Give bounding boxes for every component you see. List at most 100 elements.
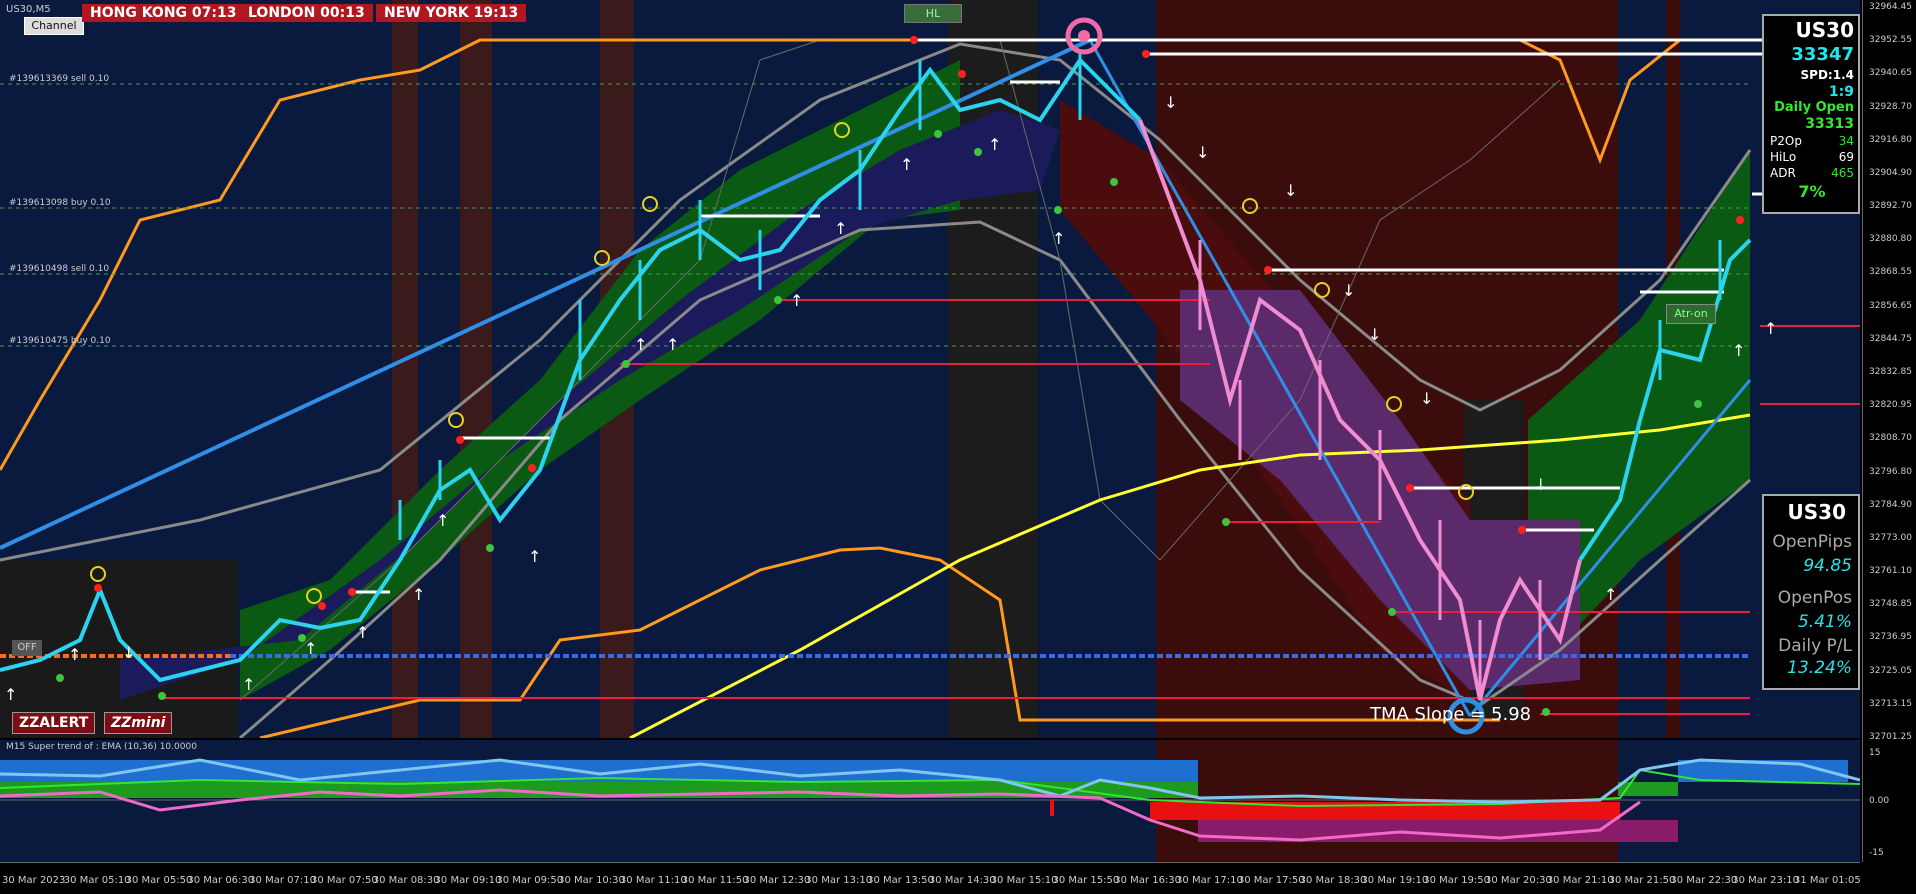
time-tick-label: 30 Mar 20:30 [1485, 875, 1552, 886]
stats-open-pos-label: OpenPos [1777, 588, 1852, 608]
svg-text:↑: ↑ [1732, 341, 1745, 360]
svg-text:↑: ↑ [68, 645, 81, 664]
hl-button[interactable]: HL [904, 4, 962, 23]
order-line-label: #139610498 sell 0.10 [9, 264, 110, 274]
price-tick-label: 32784.90 [1869, 499, 1912, 510]
time-tick-label: 30 Mar 12:30 [743, 875, 811, 886]
tma-slope-label: TMA Slope = 5.98 [1370, 704, 1532, 725]
svg-text:↑: ↑ [1764, 319, 1777, 338]
svg-text:↑: ↑ [834, 219, 847, 238]
time-tick-label: 30 Mar 10:30 [558, 875, 625, 886]
subwindow-scale-label: 0.00 [1869, 796, 1890, 806]
price-tick-label: 32940.65 [1869, 68, 1912, 79]
price-tick-label: 32832.85 [1869, 367, 1912, 377]
price-tick-label: 32748.85 [1869, 599, 1912, 610]
price-tick-label: 32880.80 [1869, 234, 1912, 245]
channel-button[interactable]: Channel [24, 17, 84, 35]
time-tick-label: 30 Mar 18:30 [1299, 875, 1367, 886]
order-line-label: #139613369 sell 0.10 [9, 74, 110, 84]
time-tick-label: 30 Mar 21:10 [1546, 875, 1614, 886]
clock-new-york: NEW YORK 19:13 [376, 4, 527, 22]
svg-text:↓: ↓ [1164, 93, 1177, 112]
svg-text:↑: ↑ [242, 675, 255, 694]
info-daily-open-label: Daily Open [1774, 100, 1854, 115]
price-tick-label: 32904.90 [1869, 167, 1912, 178]
time-tick-label: 30 Mar 16:30 [1114, 875, 1182, 886]
histogram-red-spike [1050, 800, 1054, 816]
time-tick-label: 30 Mar 21:50 [1608, 875, 1676, 886]
time-tick-label: 30 Mar 19:10 [1361, 875, 1429, 886]
price-tick-label: 32964.45 [1869, 2, 1912, 12]
price-tick-label: 32725.05 [1869, 665, 1912, 676]
svg-text:↑: ↑ [666, 335, 679, 354]
price-tick-label: 32820.95 [1869, 400, 1912, 411]
price-tick-label: 32952.55 [1869, 35, 1912, 46]
price-tick-label: 32796.80 [1869, 466, 1912, 477]
chart-symbol-title: US30,M5 [6, 4, 51, 15]
info-spread: SPD:1.4 [1800, 68, 1854, 82]
time-tick-label: 31 Mar 01:05 [1794, 875, 1861, 886]
subwindow-scale-label: 15 [1869, 748, 1881, 758]
svg-text:↓: ↓ [1284, 181, 1297, 200]
price-tick-label: 32701.25 [1869, 732, 1912, 742]
time-axis: 30 Mar 2023 30 Mar 05:10 30 Mar 05:50 30 Ma… [0, 862, 1861, 894]
stats-open-pips-label: OpenPips [1772, 532, 1852, 552]
price-tick-label: 32892.70 [1869, 201, 1912, 212]
time-tick-label: 30 Mar 05:10 [63, 875, 131, 886]
info-hilo: 69 [1838, 150, 1854, 164]
stats-symbol: US30 [1787, 500, 1846, 524]
off-button[interactable]: OFF [12, 640, 42, 656]
price-tick-label: 32736.95 [1869, 632, 1912, 643]
svg-text:↓: ↓ [122, 643, 135, 662]
svg-text:↑: ↑ [634, 335, 647, 354]
clock-london: LONDON 00:13 [240, 4, 373, 22]
price-tick-label: 32928.70 [1869, 101, 1912, 112]
info-daily-open: 33313 [1805, 116, 1854, 132]
stats-daily-pl: 13.24% [1787, 658, 1852, 678]
svg-text:↑: ↑ [900, 155, 913, 174]
svg-text:↑: ↑ [1604, 585, 1617, 604]
svg-text:↑: ↑ [356, 623, 369, 642]
time-tick-label: 30 Mar 05:50 [125, 875, 193, 886]
time-tick-label: 30 Mar 19:50 [1423, 875, 1491, 886]
info-p2op: 34 [1838, 134, 1854, 148]
zzmini-button[interactable]: ZZmini [104, 712, 173, 734]
time-tick-label: 30 Mar 17:50 [1237, 875, 1305, 886]
svg-text:↑: ↑ [1052, 229, 1065, 248]
price-axis: 32964.45 32952.55 32940.65 32928.70 32916.80… [1862, 0, 1916, 862]
time-tick-label: 30 Mar 2023 [2, 875, 66, 886]
svg-text:↑: ↑ [790, 291, 803, 310]
super-trend-subwindow[interactable] [0, 740, 1860, 862]
svg-text:↑: ↑ [412, 585, 425, 604]
svg-text:↓: ↓ [1534, 475, 1547, 494]
price-tick-label: 32856.65 [1869, 300, 1912, 311]
pivot-high-center-icon [1078, 30, 1090, 42]
price-tick-label: 32916.80 [1869, 134, 1912, 145]
svg-text:↑: ↑ [988, 135, 1001, 154]
svg-text:↓: ↓ [1368, 325, 1381, 344]
time-tick-label: 30 Mar 07:10 [249, 875, 316, 886]
time-tick-label: 30 Mar 07:50 [310, 875, 378, 886]
price-tick-label: 32808.70 [1869, 433, 1912, 444]
svg-text:↓: ↓ [1342, 281, 1355, 300]
svg-text:↓: ↓ [1196, 143, 1209, 162]
stats-open-pips: 94.85 [1803, 556, 1852, 576]
time-tick-label: 30 Mar 06:30 [187, 875, 255, 886]
clock-hong-kong: HONG KONG 07:13 [82, 4, 245, 22]
main-price-chart[interactable]: ↑ ↑ ↑ ↑ ↑ ↑ ↑ ↑ ↑ ↑ ↑ ↑ ↑ ↑ ↑ ↑ ↑ ↑ ↓ ↓ ↓ ↓ ↓ ↓ ↓ ↓ [0, 0, 1860, 738]
time-tick-label: 30 Mar 09:50 [496, 875, 564, 886]
price-tick-label: 32761.10 [1869, 566, 1912, 577]
time-tick-label: 30 Mar 15:50 [1052, 875, 1120, 886]
time-tick-label: 30 Mar 13:50 [867, 875, 934, 886]
time-tick-label: 30 Mar 08:30 [372, 875, 440, 886]
subwindow-title: M15 Super trend of : EMA (10,36) 10.0000 [6, 742, 197, 752]
time-tick-label: 30 Mar 23:10 [1732, 875, 1799, 886]
stats-daily-pl-label: Daily P/L [1778, 636, 1852, 656]
time-tick-label: 30 Mar 22:30 [1670, 875, 1738, 886]
order-line-label: #139613098 buy 0.10 [9, 198, 111, 208]
svg-text:↑: ↑ [436, 511, 449, 530]
time-tick-label: 30 Mar 15:10 [990, 875, 1058, 886]
atr-on-button[interactable]: Atr-on [1666, 304, 1716, 324]
zzalert-button[interactable]: ZZALERT [12, 712, 96, 734]
info-symbol: US30 [1795, 18, 1854, 42]
